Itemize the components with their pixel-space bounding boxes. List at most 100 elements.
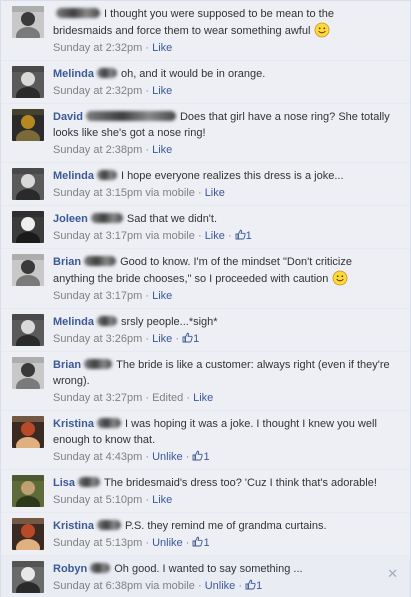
like-action-link[interactable]: Like [152,144,172,156]
thumbs-up-icon [192,450,204,461]
author-name-link[interactable]: David [53,111,83,123]
avatar[interactable] [12,475,44,507]
thumbs-up-icon [192,536,204,547]
comment-item: Kristina I was hoping it was a joke. I th… [1,411,410,470]
timestamp[interactable]: Sunday at 6:38pm [53,580,142,592]
timestamp[interactable]: Sunday at 4:43pm [53,451,142,463]
comment-meta: Sunday at 2:38pm · Like [53,142,390,158]
comment-item: Melinda I hope everyone realizes this dre… [1,163,410,206]
author-name-link[interactable]: Melinda [53,68,94,80]
timestamp[interactable]: Sunday at 3:26pm [53,333,142,345]
meta-separator: · [145,494,150,506]
avatar[interactable] [12,314,44,346]
timestamp[interactable]: Sunday at 5:13pm [53,537,142,549]
author-name-link[interactable]: Melinda [53,170,94,182]
avatar[interactable] [12,561,44,593]
like-count[interactable]: 1 [182,332,200,345]
comment-text: Sad that we didn't. [126,213,218,225]
like-action-link[interactable]: Like [152,494,172,506]
meta-separator: · [197,187,202,199]
timestamp[interactable]: Sunday at 3:27pm [53,392,142,404]
comment-meta: Sunday at 3:26pm · Like · 1 [53,331,390,347]
thumbs-up-icon [235,229,246,240]
comment-text: The bridesmaid's dress too? 'Cuz I think… [104,477,377,489]
like-action-link[interactable]: Like [152,42,172,54]
like-count-number: 1 [256,580,263,592]
author-name-link[interactable]: Lisa [53,477,75,489]
smiley-icon [314,22,330,38]
like-count-number: 1 [203,537,210,549]
author-name-link[interactable]: Melinda [53,316,94,328]
like-count[interactable]: 1 [245,579,263,592]
meta-separator: · [197,580,202,592]
comment-body: Brian The bride is like a customer: alway… [53,357,404,406]
thumbs-up-icon [182,332,193,343]
meta-separator: · [145,144,150,156]
like-action-link[interactable]: Like [193,392,213,404]
author-name-link[interactable]: Kristina [53,418,94,430]
comment-body: Kristina I was hoping it was a joke. I th… [53,416,404,465]
comment-meta: Sunday at 3:15pm via mobile · Like [53,185,390,201]
comment-body: Melinda oh, and it would be in orange. Sun… [53,66,404,99]
meta-separator: · [145,392,150,404]
comment-meta: Sunday at 6:38pm via mobile · Unlike · 1 [53,578,390,594]
like-count[interactable]: 1 [192,536,210,549]
thumbs-up-icon [245,579,256,590]
comment-text: I hope everyone realizes this dress is a… [120,170,344,182]
comment-meta: Sunday at 5:10pm · Like [53,492,390,508]
author-name-link[interactable]: Brian [53,359,81,371]
like-action-link[interactable]: Like [205,230,225,242]
like-action-link[interactable]: Unlike [152,537,183,549]
redacted-surname [90,213,123,223]
comment-item: Brian The bride is like a customer: alway… [1,352,410,411]
meta-separator: · [145,85,150,97]
timestamp[interactable]: Sunday at 3:15pm [53,187,142,199]
like-action-link[interactable]: Like [152,333,172,345]
comment-body: Lisa The bridesmaid's dress too? 'Cuz I t… [53,475,404,508]
close-icon[interactable]: ✕ [387,568,398,581]
like-action-link[interactable]: Like [205,187,225,199]
timestamp[interactable]: Sunday at 3:17pm [53,290,142,302]
like-action-link[interactable]: Like [152,85,172,97]
avatar[interactable] [12,357,44,389]
avatar[interactable] [12,518,44,550]
comment-meta: Sunday at 3:17pm · Like [53,288,390,304]
redacted-surname [96,520,121,530]
author-name-link[interactable]: Robyn [53,563,87,575]
timestamp[interactable]: Sunday at 2:32pm [53,42,142,54]
author-name-link[interactable]: Kristina [53,520,94,532]
avatar[interactable] [12,6,44,38]
meta-separator: · [145,42,150,54]
comment-meta: Sunday at 2:32pm · Like [53,40,390,56]
author-name-link[interactable]: Brian [53,256,81,268]
like-action-link[interactable]: Unlike [205,580,236,592]
comment-item: Robyn Oh good. I wanted to say something … [1,556,410,597]
via-mobile-label: via mobile [145,187,195,199]
comment-item: Kristina P.S. they remind me of grandma c… [1,513,410,556]
comment-body: Melinda I hope everyone realizes this dre… [53,168,404,201]
avatar[interactable] [12,416,44,448]
like-action-link[interactable]: Unlike [152,451,183,463]
like-count-number: 1 [193,333,200,345]
avatar[interactable] [12,66,44,98]
comment-text: srsly people...*sigh* [120,316,218,328]
timestamp[interactable]: Sunday at 2:32pm [53,85,142,97]
avatar[interactable] [12,109,44,141]
comment-item: Brian Good to know. I'm of the mindset "D… [1,249,410,309]
meta-separator: · [145,290,150,302]
timestamp[interactable]: Sunday at 3:17pm [53,230,142,242]
avatar[interactable] [12,254,44,286]
timestamp[interactable]: Sunday at 2:38pm [53,144,142,156]
like-count[interactable]: 1 [192,450,210,463]
avatar[interactable] [12,168,44,200]
meta-separator: · [186,392,191,404]
edited-label[interactable]: Edited [152,392,183,404]
like-count[interactable]: 1 [235,229,252,242]
via-mobile-label: via mobile [145,580,195,592]
avatar[interactable] [12,211,44,243]
timestamp[interactable]: Sunday at 5:10pm [53,494,142,506]
comment-body: Brian Good to know. I'm of the mindset "D… [53,254,404,304]
like-action-link[interactable]: Like [152,290,172,302]
author-name-link[interactable]: Joleen [53,213,88,225]
meta-separator: · [227,230,232,242]
